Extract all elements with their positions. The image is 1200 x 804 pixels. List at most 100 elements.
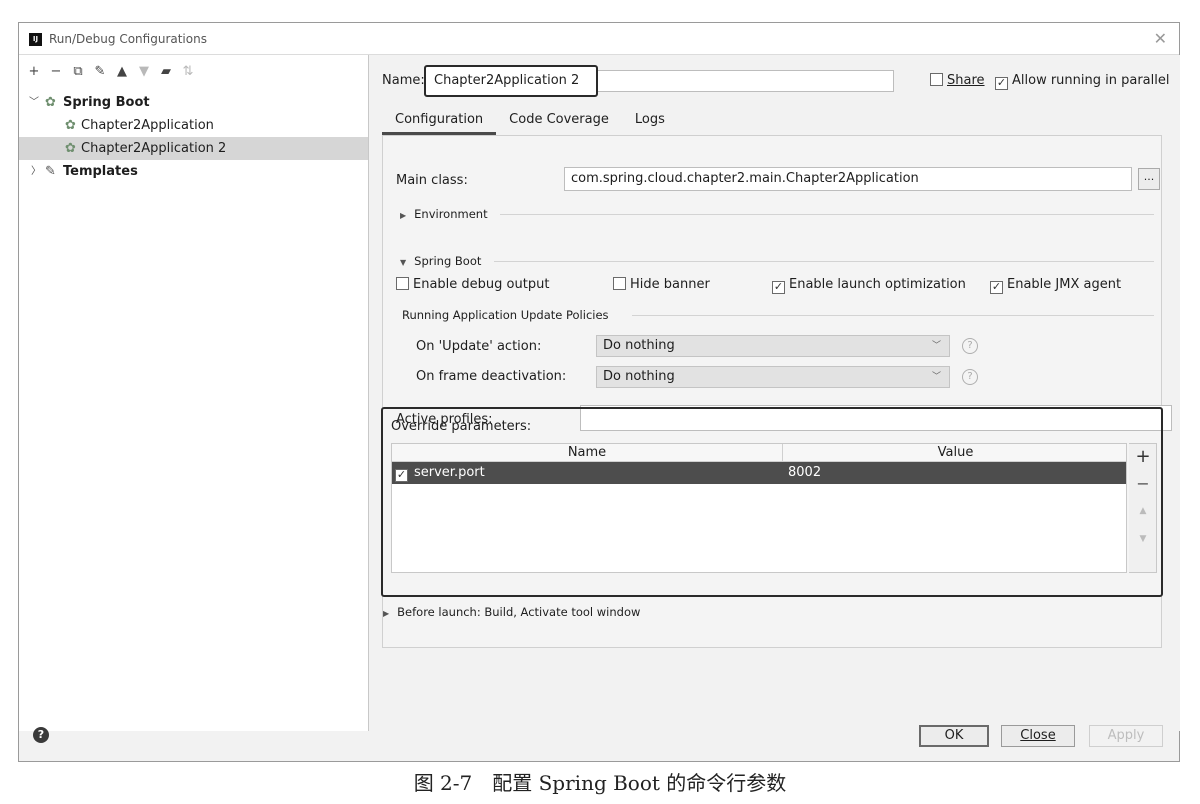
tree-item-label: Chapter2Application 2: [81, 141, 227, 156]
option-label: Enable JMX agent: [1007, 277, 1122, 292]
spring-boot-section-label: Spring Boot: [414, 254, 482, 268]
column-header-name[interactable]: Name: [392, 444, 782, 462]
tree-node-spring-boot[interactable]: ﹀ ✿ Spring Boot: [19, 91, 368, 114]
expand-arrow-icon: ▶: [400, 211, 407, 220]
apply-button[interactable]: Apply: [1089, 725, 1163, 747]
update-policies-label: Running Application Update Policies: [402, 308, 609, 322]
allow-parallel-label: Allow running in parallel: [1012, 73, 1170, 88]
tree-node-label: Spring Boot: [63, 95, 150, 110]
tab-logs[interactable]: Logs: [622, 107, 678, 135]
configuration-editor: Name: Chapter2Application 2 Share ✓ Allow…: [370, 55, 1180, 731]
checkmark-icon[interactable]: ✓: [995, 77, 1008, 90]
share-label: Share: [947, 73, 985, 88]
move-up-icon[interactable]: ▲: [115, 64, 129, 79]
spring-boot-icon: ✿: [45, 95, 56, 110]
figure-caption: 图 2-7 配置 Spring Boot 的命令行参数: [413, 771, 787, 795]
override-parameters-table: Name Value ✓ server.port 8002: [391, 443, 1127, 573]
folder-icon[interactable]: ▰: [159, 64, 173, 79]
move-down-icon[interactable]: ▼: [1129, 534, 1157, 544]
tree-node-templates[interactable]: 〉 ✎ Templates: [19, 160, 368, 183]
select-value: Do nothing: [603, 338, 675, 353]
close-button-label: Close: [1020, 728, 1056, 743]
option-label: Hide banner: [630, 277, 710, 292]
hide-banner-checkbox[interactable]: Hide banner: [613, 277, 710, 292]
on-update-select[interactable]: Do nothing ﹀: [596, 335, 950, 357]
share-checkbox[interactable]: Share: [930, 73, 985, 88]
name-field[interactable]: Chapter2Application 2: [424, 65, 598, 97]
checkmark-icon[interactable]: ✓: [990, 281, 1003, 294]
environment-label: Environment: [414, 207, 488, 221]
tree-node-label: Templates: [63, 164, 138, 179]
on-frame-label: On frame deactivation:: [416, 369, 567, 384]
checkbox-box[interactable]: [930, 73, 943, 86]
override-parameters-group: Override parameters: Name Value ✓ server…: [381, 407, 1163, 597]
spring-boot-section[interactable]: ▼ Spring Boot: [400, 254, 481, 268]
tree-item-config[interactable]: ✿ Chapter2Application: [19, 114, 368, 137]
chevron-down-icon[interactable]: ﹀: [29, 91, 39, 114]
name-label: Name:: [382, 73, 425, 88]
config-tabs: Configuration Code Coverage Logs: [382, 107, 678, 135]
tab-configuration[interactable]: Configuration: [382, 107, 497, 135]
spring-boot-config-icon: ✿: [65, 141, 76, 156]
copy-icon[interactable]: ⧉: [71, 64, 85, 79]
checkbox-box[interactable]: [613, 277, 626, 290]
enable-launch-optimization-checkbox[interactable]: ✓ Enable launch optimization: [772, 277, 966, 294]
intellij-app-icon: IJ: [29, 33, 42, 46]
override-parameters-label: Override parameters:: [391, 419, 532, 434]
allow-parallel-checkbox[interactable]: ✓ Allow running in parallel: [995, 73, 1169, 90]
help-icon[interactable]: ?: [962, 369, 978, 385]
on-frame-select[interactable]: Do nothing ﹀: [596, 366, 950, 388]
separator: [494, 261, 1154, 262]
collapse-arrow-icon: ▼: [400, 258, 407, 267]
plus-icon[interactable]: +: [27, 64, 41, 79]
checkmark-icon[interactable]: ✓: [772, 281, 785, 294]
move-down-icon[interactable]: ▼: [137, 64, 151, 79]
help-icon[interactable]: ?: [33, 727, 49, 743]
checkbox-box[interactable]: [396, 277, 409, 290]
chevron-down-icon: ﹀: [931, 341, 941, 351]
checkmark-icon[interactable]: ✓: [395, 469, 408, 482]
option-label: Enable debug output: [413, 277, 550, 292]
sidebar-toolbar: + − ⧉ ✎ ▲ ▼ ▰ ⇅: [27, 61, 195, 81]
table-row[interactable]: ✓ server.port 8002: [392, 462, 1126, 484]
name-field-ext[interactable]: [598, 70, 894, 92]
ok-button[interactable]: OK: [919, 725, 989, 747]
close-icon[interactable]: ✕: [1154, 29, 1167, 48]
before-launch-section[interactable]: ▶ Before launch: Build, Activate tool win…: [383, 605, 640, 619]
environment-section[interactable]: ▶ Environment: [400, 207, 488, 221]
column-header-value[interactable]: Value: [782, 444, 1128, 462]
add-icon[interactable]: +: [1129, 446, 1157, 467]
sort-icon[interactable]: ⇅: [181, 64, 195, 79]
select-value: Do nothing: [603, 369, 675, 384]
chevron-right-icon[interactable]: 〉: [31, 160, 41, 183]
param-name-cell[interactable]: server.port: [414, 462, 485, 484]
minus-icon[interactable]: −: [49, 64, 63, 79]
wrench-icon: ✎: [45, 164, 56, 179]
tab-code-coverage[interactable]: Code Coverage: [496, 107, 622, 135]
run-debug-dialog: IJ Run/Debug Configurations ✕ + − ⧉ ✎ ▲ …: [18, 22, 1180, 762]
config-tree: ﹀ ✿ Spring Boot ✿ Chapter2Application ✿ …: [19, 91, 368, 183]
table-side-toolbar: + − ▲ ▼: [1129, 443, 1157, 573]
tree-item-config-selected[interactable]: ✿ Chapter2Application 2: [19, 137, 368, 160]
main-class-label: Main class:: [396, 173, 468, 188]
main-class-field[interactable]: com.spring.cloud.chapter2.main.Chapter2A…: [564, 167, 1132, 191]
help-icon[interactable]: ?: [962, 338, 978, 354]
row-checkbox[interactable]: ✓: [395, 462, 412, 484]
configurations-sidebar: + − ⧉ ✎ ▲ ▼ ▰ ⇅ ﹀ ✿ Spring Boot ✿ Chapte…: [19, 55, 369, 731]
remove-icon[interactable]: −: [1129, 474, 1157, 493]
close-button[interactable]: Close: [1001, 725, 1075, 747]
on-update-label: On 'Update' action:: [416, 339, 542, 354]
separator: [500, 214, 1154, 215]
param-value-cell[interactable]: 8002: [788, 462, 821, 484]
move-up-icon[interactable]: ▲: [1129, 506, 1157, 516]
expand-arrow-icon: ▶: [383, 609, 390, 618]
chevron-down-icon: ﹀: [931, 372, 941, 382]
separator: [632, 315, 1154, 316]
enable-debug-output-checkbox[interactable]: Enable debug output: [396, 277, 549, 292]
spring-boot-config-icon: ✿: [65, 118, 76, 133]
wrench-icon[interactable]: ✎: [93, 64, 107, 79]
enable-jmx-agent-checkbox[interactable]: ✓ Enable JMX agent: [990, 277, 1121, 294]
browse-button[interactable]: ...: [1138, 168, 1160, 190]
option-label: Enable launch optimization: [789, 277, 966, 292]
title-bar: IJ Run/Debug Configurations ✕: [19, 23, 1179, 55]
